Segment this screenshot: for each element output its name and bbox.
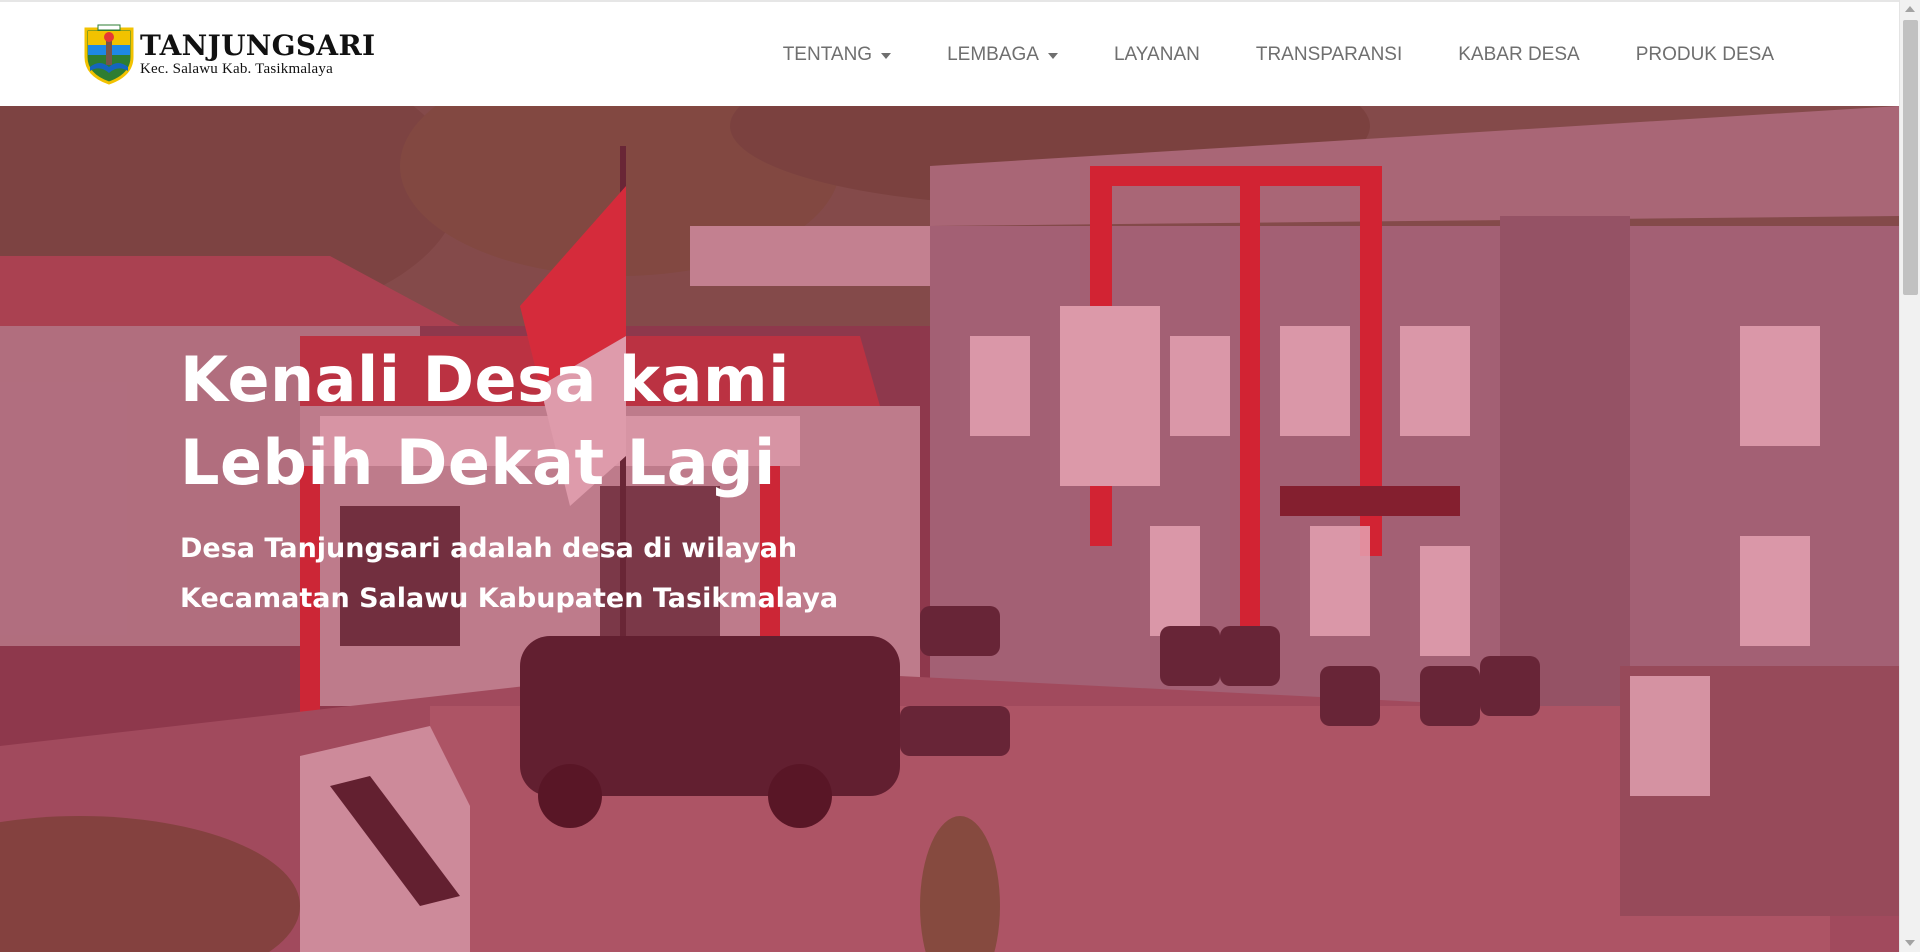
nav-item-transparansi[interactable]: TRANSPARANSI xyxy=(1256,44,1402,66)
nav-item-label: PRODUK DESA xyxy=(1635,44,1774,65)
brand-subtitle: Kec. Salawu Kab. Tasikmalaya xyxy=(140,60,333,77)
brand-text: TANJUNGSARI Kec. Salawu Kab. Tasikmalaya xyxy=(140,28,376,77)
nav-item-label: TRANSPARANSI xyxy=(1255,44,1403,65)
nav-item-label: TENTANG xyxy=(782,44,873,65)
page-scrollbar[interactable] xyxy=(1899,0,1920,952)
scroll-up-arrow-icon[interactable] xyxy=(1905,6,1915,12)
nav-item-kabar-desa[interactable]: KABAR DESA xyxy=(1458,44,1579,66)
hero-title-line-2: Lebih Dekat Lagi xyxy=(180,426,776,499)
hero-description-line-2: Kecamatan Salawu Kabupaten Tasikmalaya xyxy=(180,583,839,614)
scroll-down-arrow-icon[interactable] xyxy=(1905,940,1915,946)
main-menu: TENTANG LEMBAGA LAYANAN TRANSPARANSI KAB… xyxy=(783,2,1774,108)
nav-item-label: LAYANAN xyxy=(1113,44,1200,65)
navbar: TANJUNGSARI Kec. Salawu Kab. Tasikmalaya… xyxy=(0,0,1899,106)
nav-item-label: KABAR DESA xyxy=(1458,44,1580,65)
nav-item-produk-desa[interactable]: PRODUK DESA xyxy=(1636,44,1774,66)
brand-home-link[interactable]: TANJUNGSARI Kec. Salawu Kab. Tasikmalaya xyxy=(82,22,375,86)
caret-down-icon xyxy=(881,53,892,59)
hero-content: Kenali Desa kami Lebih Dekat Lagi Desa T… xyxy=(180,338,1080,624)
caret-down-icon xyxy=(1047,53,1058,59)
nav-item-tentang[interactable]: TENTANG xyxy=(782,44,892,66)
scrollbar-thumb[interactable] xyxy=(1903,20,1918,295)
brand-title: TANJUNGSARI xyxy=(140,28,376,62)
village-emblem-icon xyxy=(84,24,134,85)
hero-description: Desa Tanjungsari adalah desa di wilayah … xyxy=(180,524,1080,624)
page: TANJUNGSARI Kec. Salawu Kab. Tasikmalaya… xyxy=(0,0,1920,952)
nav-item-layanan[interactable]: LAYANAN xyxy=(1114,44,1200,66)
hero-title-line-1: Kenali Desa kami xyxy=(180,343,790,416)
nav-item-lembaga[interactable]: LEMBAGA xyxy=(947,44,1058,66)
hero-title: Kenali Desa kami Lebih Dekat Lagi xyxy=(180,338,1080,504)
nav-item-label: LEMBAGA xyxy=(947,44,1039,65)
hero-description-line-1: Desa Tanjungsari adalah desa di wilayah xyxy=(180,533,798,564)
hero-section: Kenali Desa kami Lebih Dekat Lagi Desa T… xyxy=(0,106,1899,952)
